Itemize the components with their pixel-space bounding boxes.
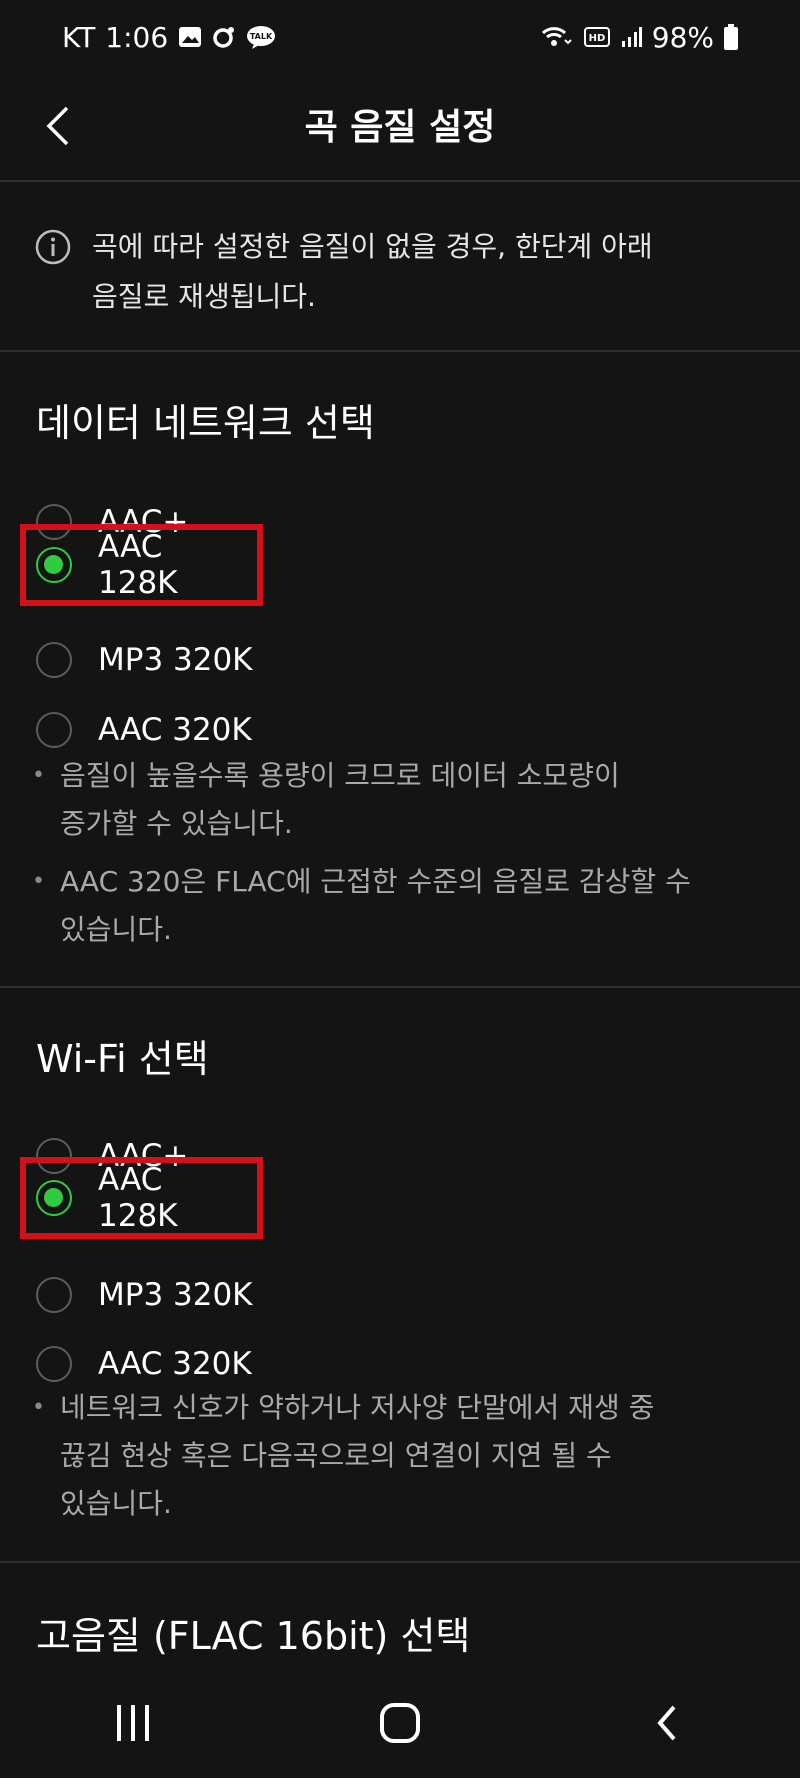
- wifi-title: Wi-Fi 선택: [36, 1037, 209, 1081]
- note-line: 음질이 높을수록 용량이 크므로 데이터 소모량이: [60, 759, 620, 792]
- home-button[interactable]: [360, 1683, 440, 1763]
- hifi-title: 고음질 (FLAC 16bit) 선택: [36, 1614, 471, 1658]
- wifi-calling-icon: [540, 24, 574, 50]
- radio-label: AAC 320K: [98, 712, 252, 748]
- radio-selected-icon: [36, 1180, 72, 1216]
- radio-label: AAC 128K: [98, 529, 178, 601]
- battery-icon: [724, 24, 738, 50]
- note-line: 네트워크 신호가 약하거나 저사양 단말에서 재생 중: [60, 1391, 655, 1424]
- battery-label: 98%: [651, 20, 714, 54]
- time-label: 1:06: [105, 20, 169, 54]
- radio-icon: [36, 712, 72, 748]
- info-text-line: 곡에 따라 설정한 음질이 없을 경우, 한단계 아래: [92, 230, 653, 263]
- svg-text:HD: HD: [588, 33, 605, 44]
- radio-icon: [36, 1346, 72, 1382]
- radio-selected-icon: [36, 547, 72, 583]
- system-navbar: [0, 1668, 800, 1778]
- notification-dot-icon: [212, 25, 236, 49]
- note-line: 끊김 현상 혹은 다음곡으로의 연결이 지연 될 수: [60, 1439, 612, 1472]
- wifi-option-aac-128k[interactable]: AAC 128K: [20, 1157, 263, 1239]
- data-option-mp3-320k[interactable]: MP3 320K: [26, 632, 263, 688]
- data-option-aac-320k[interactable]: AAC 320K: [26, 702, 262, 758]
- radio-label: AAC 128K: [98, 1162, 178, 1234]
- note-line: 있습니다.: [60, 913, 172, 946]
- page-title: 곡 음질 설정: [304, 107, 496, 148]
- wifi-note-1: 네트워크 신호가 약하거나 저사양 단말에서 재생 중 끊김 현상 혹은 다음곡…: [32, 1384, 752, 1528]
- note-line: 있습니다.: [60, 1487, 172, 1520]
- status-bar: KT 1:06 TALK HD 98%: [0, 0, 800, 74]
- data-network-title: 데이터 네트워크 선택: [36, 401, 375, 445]
- info-icon: [35, 229, 71, 265]
- header: 곡 음질 설정: [0, 74, 800, 182]
- data-option-aac-128k[interactable]: AAC 128K: [20, 524, 263, 606]
- back-nav-button[interactable]: [627, 1683, 707, 1763]
- radio-label: AAC 320K: [98, 1346, 252, 1382]
- radio-icon: [36, 642, 72, 678]
- wifi-option-mp3-320k[interactable]: MP3 320K: [26, 1267, 263, 1323]
- data-note-2: AAC 320은 FLAC에 근접한 수준의 음질로 감상할 수 있습니다.: [32, 858, 752, 954]
- data-note-1: 음질이 높을수록 용량이 크므로 데이터 소모량이 증가할 수 있습니다.: [32, 752, 752, 848]
- note-line: AAC 320은 FLAC에 근접한 수준의 음질로 감상할 수: [60, 865, 691, 898]
- radio-label: MP3 320K: [98, 1277, 253, 1313]
- gallery-icon: [178, 26, 202, 48]
- svg-text:TALK: TALK: [250, 32, 273, 41]
- chevron-left-icon: [656, 1705, 676, 1741]
- status-left: KT 1:06 TALK: [62, 21, 276, 54]
- status-right: HD 98%: [540, 21, 738, 54]
- talk-icon: TALK: [246, 25, 276, 49]
- recent-apps-icon: [117, 1705, 150, 1741]
- wifi-section: Wi-Fi 선택 AAC+ AAC 128K MP3 320K AAC 320K…: [0, 988, 800, 1563]
- note-line: 증가할 수 있습니다.: [60, 807, 293, 840]
- recent-apps-button[interactable]: [93, 1683, 173, 1763]
- info-text-line: 음질로 재생됩니다.: [92, 280, 316, 313]
- signal-icon: [620, 26, 642, 48]
- radio-icon: [36, 1277, 72, 1313]
- hd-icon: HD: [583, 26, 610, 48]
- data-network-section: 데이터 네트워크 선택 AAC+ AAC 128K MP3 320K AAC 3…: [0, 352, 800, 988]
- info-text: 곡에 따라 설정한 음질이 없을 경우, 한단계 아래 음질로 재생됩니다.: [92, 222, 752, 322]
- carrier-label: KT: [62, 20, 96, 54]
- home-icon: [379, 1703, 420, 1743]
- info-box: 곡에 따라 설정한 음질이 없을 경우, 한단계 아래 음질로 재생됩니다.: [0, 182, 800, 352]
- radio-label: MP3 320K: [98, 642, 253, 678]
